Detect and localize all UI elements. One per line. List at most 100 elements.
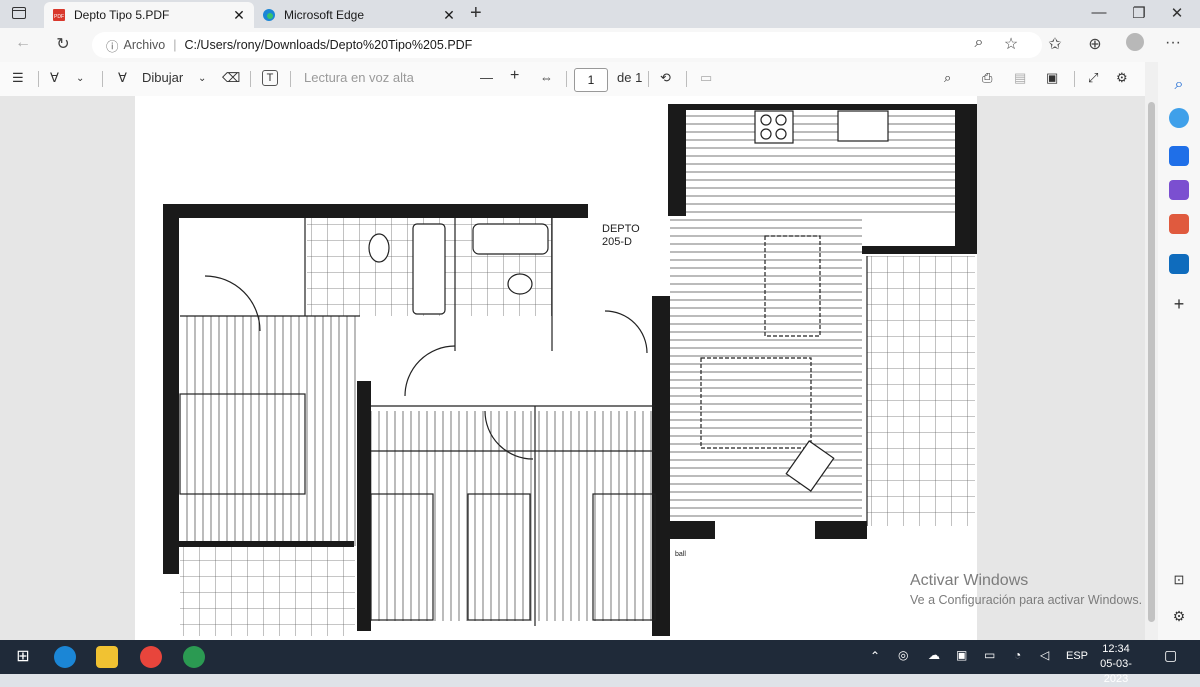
tray-app-icon[interactable]: ◎: [898, 648, 908, 662]
windows-start-icon[interactable]: ⊞: [12, 646, 34, 668]
bedroom-floor: [180, 316, 360, 546]
tab-edge[interactable]: Microsoft Edge ✕: [254, 2, 464, 28]
cloud-icon[interactable]: ☁: [928, 648, 940, 662]
contents-icon[interactable]: ☰: [12, 70, 24, 86]
chevron-down-icon[interactable]: ⌄: [76, 73, 84, 84]
watermark-subtitle: Ve a Configuración para activar Windows.: [910, 593, 1143, 607]
unit-number: 205-D: [602, 236, 632, 248]
language-indicator[interactable]: ESP: [1066, 650, 1088, 662]
tab-strip: PDF Depto Tipo 5.PDF ✕ Microsoft Edge ✕ …: [0, 0, 1200, 28]
address-input[interactable]: ⓘ Archivo | C:/Users/rony/Downloads/Dept…: [92, 32, 1042, 58]
tab-actions-icon[interactable]: [12, 7, 26, 19]
zoom-out-icon[interactable]: —: [480, 70, 493, 85]
refresh-icon[interactable]: ↻: [52, 34, 74, 54]
divider: [290, 71, 291, 87]
tab-pdf[interactable]: PDF Depto Tipo 5.PDF ✕: [44, 2, 254, 28]
scroll-thumb[interactable]: [1148, 102, 1155, 622]
close-window-button[interactable]: ✕: [1162, 4, 1192, 22]
clock[interactable]: 12:34 05-03-2023: [1090, 642, 1142, 687]
wifi-icon[interactable]: ◔: [1014, 648, 1021, 662]
pdf-viewer: DEPTO 205-D ball Activar Windows Ve a Co…: [0, 96, 1158, 640]
gear-icon[interactable]: ⚙: [1116, 70, 1128, 86]
living-floor: [670, 216, 862, 521]
edge-icon[interactable]: [54, 646, 76, 668]
gear-icon[interactable]: ⚙: [1169, 606, 1189, 626]
restore-button[interactable]: ❐: [1124, 4, 1154, 22]
pdf-toolbar: ☰ ∀ ⌄ ∀ Dibujar ⌄ ⌫ T Lectura en voz alt…: [0, 62, 1158, 97]
watermark-title: Activar Windows: [910, 572, 1029, 589]
volume-icon[interactable]: ◁: [1040, 648, 1049, 662]
page-number-input[interactable]: 1: [574, 68, 608, 92]
eraser-icon[interactable]: ⌫: [222, 70, 240, 86]
pdf-page: DEPTO 205-D ball: [135, 96, 978, 640]
bing-chat-icon[interactable]: [1169, 108, 1189, 128]
print-icon[interactable]: ⎙: [982, 70, 992, 86]
display-icon[interactable]: ▣: [956, 648, 967, 662]
info-icon[interactable]: ⓘ: [106, 36, 119, 55]
zoom-in-icon[interactable]: +: [510, 67, 519, 85]
favorites-icon[interactable]: ✩: [1044, 34, 1066, 54]
rotate-icon[interactable]: ⟲: [660, 70, 671, 86]
svg-text:PDF: PDF: [54, 14, 64, 20]
vertical-scrollbar[interactable]: [1145, 62, 1158, 640]
save-as-icon[interactable]: ▣: [1046, 70, 1058, 86]
chevron-up-icon[interactable]: ⌃: [870, 649, 880, 663]
file-explorer-icon[interactable]: [96, 646, 118, 668]
bedrooms-floor: [370, 411, 670, 621]
close-tab-icon[interactable]: ✕: [440, 7, 458, 24]
minimize-button[interactable]: —: [1084, 4, 1114, 21]
collections-icon[interactable]: ⊕: [1084, 34, 1106, 54]
page-view-icon[interactable]: ▭: [700, 70, 712, 86]
new-tab-button[interactable]: +: [470, 3, 482, 23]
search-icon[interactable]: ⌕: [944, 70, 951, 86]
profile-avatar[interactable]: [1124, 33, 1146, 51]
divider: [38, 71, 39, 87]
address-divider: |: [173, 38, 177, 52]
outlook-icon[interactable]: [1169, 254, 1189, 274]
page-count: de 1: [617, 70, 643, 85]
app-icon[interactable]: [183, 646, 205, 668]
close-tab-icon[interactable]: ✕: [230, 7, 248, 24]
divider: [648, 71, 649, 87]
notifications-icon[interactable]: ▢: [1164, 647, 1177, 664]
divider: [686, 71, 687, 87]
battery-icon[interactable]: ▭: [984, 648, 995, 662]
terrace-floor: [867, 256, 975, 526]
edge-icon: [263, 9, 275, 21]
read-view-icon[interactable]: ☆: [1000, 34, 1022, 54]
address-prefix: Archivo: [123, 38, 166, 52]
address-bar: ← ↻ ⓘ Archivo | C:/Users/rony/Downloads/…: [0, 28, 1200, 62]
text-icon[interactable]: T: [262, 70, 278, 86]
search-icon[interactable]: ⌕: [1169, 76, 1189, 96]
back-icon[interactable]: ←: [12, 34, 34, 52]
chrome-icon[interactable]: [140, 646, 162, 668]
highlight-icon[interactable]: ∀: [50, 70, 59, 86]
tab-title: Microsoft Edge: [284, 8, 365, 22]
draw-label[interactable]: Dibujar: [142, 70, 183, 85]
address-url: C:/Users/rony/Downloads/Depto%20Tipo%205…: [184, 38, 473, 52]
unit-label: DEPTO: [602, 223, 640, 235]
activation-watermark: Activar Windows Ve a Configuración para …: [910, 572, 1142, 607]
divider: [566, 71, 567, 87]
floor-plan: DEPTO 205-D ball: [163, 104, 978, 636]
read-aloud-button[interactable]: Lectura en voz alta: [304, 70, 414, 85]
fullscreen-icon[interactable]: ⤢: [1088, 70, 1098, 86]
hide-sidebar-icon[interactable]: ⊡: [1169, 570, 1189, 590]
divider: [250, 71, 251, 87]
taskbar: ⊞ ⌃ ◎ ☁ ▣ ▭ ◔ ◁ ESP 12:34 05-03-2023 ▢: [0, 640, 1200, 685]
office-icon[interactable]: [1169, 214, 1189, 234]
pdf-icon: PDF: [53, 9, 65, 21]
kitchen-floor: [685, 108, 955, 216]
save-icon[interactable]: ▤: [1014, 70, 1026, 86]
settings-more-icon[interactable]: ···: [1162, 34, 1184, 52]
chevron-down-icon[interactable]: ⌄: [198, 73, 206, 84]
zoom-icon[interactable]: ⌕: [968, 34, 990, 52]
plan-annotation: ball: [675, 551, 686, 558]
shopping-icon[interactable]: [1169, 146, 1189, 166]
add-icon[interactable]: +: [1169, 294, 1189, 314]
divider: [1074, 71, 1075, 87]
draw-icon[interactable]: ∀: [118, 70, 127, 86]
tools-icon[interactable]: [1169, 180, 1189, 200]
fit-width-icon[interactable]: ⇔: [540, 70, 553, 85]
divider: [102, 71, 103, 87]
